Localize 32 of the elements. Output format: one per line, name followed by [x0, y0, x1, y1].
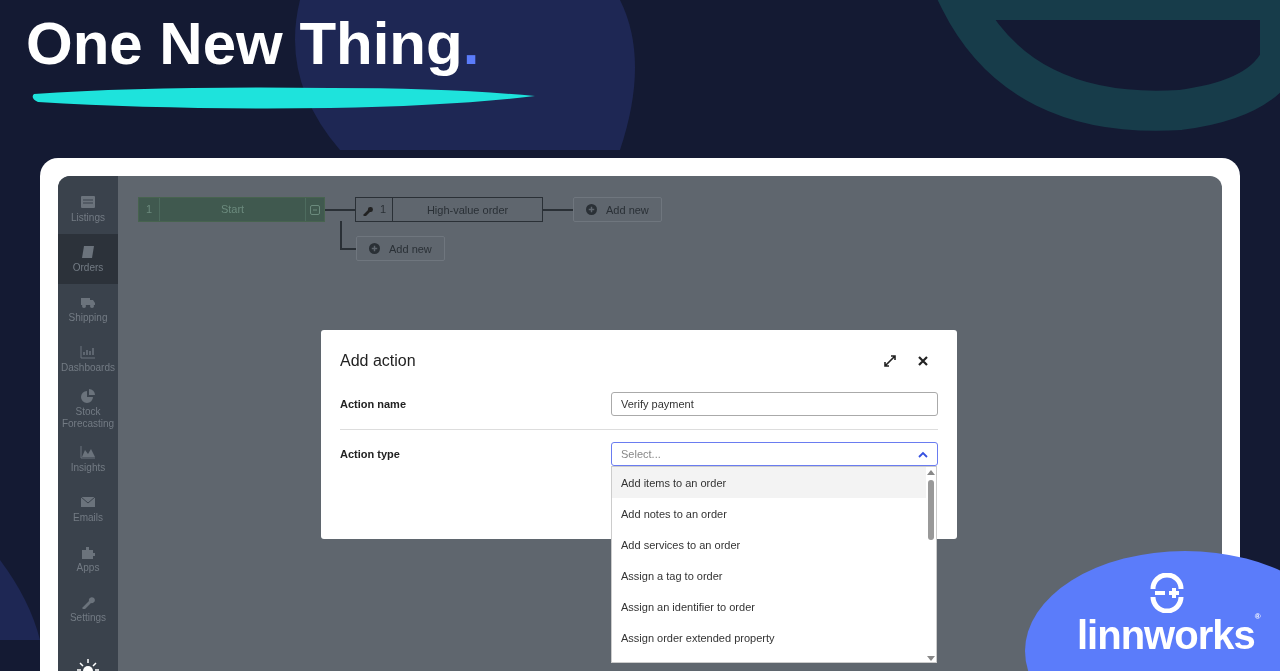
dropdown-option[interactable]: Assign a tag to order: [612, 560, 926, 591]
pie-chart-icon: [80, 388, 96, 403]
close-icon[interactable]: [918, 356, 928, 366]
headline: One New Thing.: [26, 14, 481, 74]
list-icon: [80, 194, 96, 209]
field-label: Action name: [340, 398, 407, 410]
sidebar-item[interactable]: Emails: [58, 484, 118, 534]
dropdown-option[interactable]: Assign order extended property: [612, 622, 926, 653]
bar-chart-icon: [80, 344, 96, 359]
sidebar-item[interactable]: Orders: [58, 234, 118, 284]
dropdown-option[interactable]: Add services to an order: [612, 529, 926, 560]
field-label: Action type: [340, 448, 401, 460]
area-chart-icon: [80, 444, 96, 459]
envelope-icon: [80, 494, 96, 509]
chevron-icon: [918, 450, 928, 458]
dropdown-option[interactable]: Add items to an order: [612, 467, 926, 498]
action-type-dropdown[interactable]: Select...: [611, 442, 938, 466]
dialog-title: Add action: [340, 352, 417, 370]
sidebar-item[interactable]: Apps: [58, 534, 118, 584]
wrench-icon: [80, 594, 96, 609]
dropdown-option[interactable]: Assign an identifier to order: [612, 591, 926, 622]
dropdown-option[interactable]: Add notes to an order: [612, 498, 926, 529]
plus-circle-icon: [369, 243, 380, 254]
logo-wordmark: linnworks$^{®}$: [1077, 613, 1260, 657]
add-new-button[interactable]: Add new: [356, 236, 445, 261]
puzzle-icon: [80, 544, 96, 559]
plus-circle-icon: [586, 204, 597, 215]
expand-icon[interactable]: [884, 355, 896, 367]
action-name-field[interactable]: Verify payment: [611, 392, 938, 416]
book-icon: [80, 244, 96, 259]
lightbulb-icon[interactable]: [77, 659, 99, 671]
add-new-button[interactable]: Add new: [573, 197, 662, 222]
